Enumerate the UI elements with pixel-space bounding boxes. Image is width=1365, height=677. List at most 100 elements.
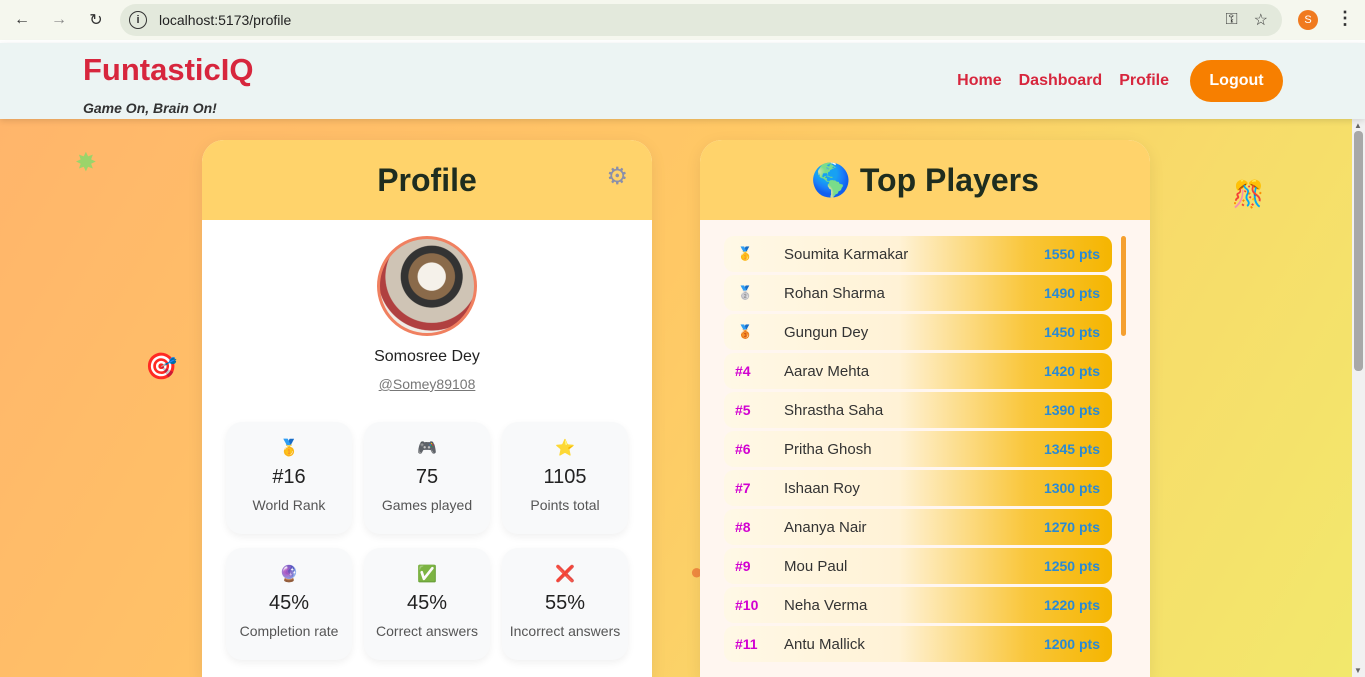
leaderboard-points: 1300 pts bbox=[1043, 480, 1100, 496]
leaderboard-row[interactable]: #4 Aarav Mehta 1420 pts bbox=[724, 353, 1112, 389]
stat-games-played: 🎮 75 Games played bbox=[364, 422, 490, 534]
leaderboard-points: 1390 pts bbox=[1043, 402, 1100, 418]
address-bar[interactable]: i localhost:5173/profile ⚿ ☆ bbox=[120, 4, 1282, 36]
nav-dashboard[interactable]: Dashboard bbox=[1019, 72, 1103, 90]
target-icon: 🎯 bbox=[145, 351, 178, 381]
browser-menu-icon[interactable]: ⋮ bbox=[1336, 8, 1354, 29]
page-scrollbar[interactable]: ▲ ▼ bbox=[1352, 119, 1365, 677]
stat-label: World Rank bbox=[252, 497, 326, 513]
leaderboard-row[interactable]: #9 Mou Paul 1250 pts bbox=[724, 548, 1112, 584]
leaderboard-row[interactable]: #5 Shrastha Saha 1390 pts bbox=[724, 392, 1112, 428]
leaderboard-rank: #8 bbox=[735, 519, 751, 535]
leaderboard-rank: #11 bbox=[735, 636, 758, 652]
leaderboard-rank: #5 bbox=[735, 402, 751, 418]
leaderboard-player-name: Pritha Ghosh bbox=[784, 441, 872, 458]
forward-icon[interactable]: → bbox=[47, 8, 71, 32]
leaderboard-row[interactable]: 🥈 Rohan Sharma 1490 pts bbox=[724, 275, 1112, 311]
confetti-icon: 🎊 bbox=[1232, 179, 1265, 209]
leaderboard-row[interactable]: #6 Pritha Ghosh 1345 pts bbox=[724, 431, 1112, 467]
gear-icon[interactable]: ⚙ bbox=[606, 162, 628, 191]
leaderboard-rank: #6 bbox=[735, 441, 751, 457]
leaderboard-row[interactable]: #8 Ananya Nair 1270 pts bbox=[724, 509, 1112, 545]
stat-value: 55% bbox=[544, 592, 586, 614]
leaderboard-body: 🥇 Soumita Karmakar 1550 pts 🥈 Rohan Sharma 14… bbox=[700, 220, 1150, 677]
leaderboard-header: 🌎 Top Players bbox=[700, 140, 1150, 220]
nav-home[interactable]: Home bbox=[957, 72, 1001, 90]
gamepad-icon: 🎮 bbox=[417, 440, 437, 457]
leaderboard-points: 1550 pts bbox=[1043, 246, 1100, 262]
stat-incorrect-answers: ❌ 55% Incorrect answers bbox=[502, 548, 628, 660]
tagline: Game On, Brain On! bbox=[83, 100, 217, 116]
leaderboard-player-name: Aarav Mehta bbox=[784, 363, 870, 380]
main-nav: Home Dashboard Profile Logout bbox=[957, 60, 1283, 102]
app-header: FuntasticIQ Game On, Brain On! Home Dash… bbox=[0, 43, 1365, 119]
crystal-ball-icon: 🔮 bbox=[279, 566, 299, 583]
password-key-icon[interactable]: ⚿ bbox=[1225, 11, 1237, 29]
stat-label: Completion rate bbox=[239, 623, 339, 639]
leaderboard-points: 1450 pts bbox=[1043, 324, 1100, 340]
puzzle-icon: ✸ bbox=[75, 147, 97, 177]
leaderboard-rank: #4 bbox=[735, 363, 751, 379]
cross-icon: ❌ bbox=[555, 566, 575, 583]
leaderboard-points: 1420 pts bbox=[1043, 363, 1100, 379]
leaderboard-points: 1220 pts bbox=[1043, 597, 1100, 613]
profile-handle[interactable]: @Somey89108 bbox=[202, 376, 652, 392]
nav-profile[interactable]: Profile bbox=[1119, 72, 1169, 90]
leaderboard-rank: #7 bbox=[735, 480, 751, 496]
scroll-thumb[interactable] bbox=[1354, 131, 1363, 371]
browser-profile-avatar[interactable]: S bbox=[1298, 10, 1318, 30]
leaderboard-points: 1490 pts bbox=[1043, 285, 1100, 301]
leaderboard-title-text: Top Players bbox=[859, 162, 1039, 198]
leaderboard-points: 1345 pts bbox=[1043, 441, 1100, 457]
stat-correct-answers: ✅ 45% Correct answers bbox=[364, 548, 490, 660]
star-icon: ⭐ bbox=[555, 440, 575, 457]
stats-grid: 🥇 #16 World Rank 🎮 75 Games played ⭐ 110… bbox=[226, 422, 630, 660]
avatar[interactable] bbox=[377, 236, 477, 336]
leaderboard-scrollbar[interactable] bbox=[1121, 236, 1126, 336]
scroll-up-icon[interactable]: ▲ bbox=[1354, 121, 1362, 130]
leaderboard-player-name: Rohan Sharma bbox=[784, 285, 885, 302]
bookmark-star-icon[interactable]: ☆ bbox=[1254, 10, 1268, 30]
leaderboard-player-name: Gungun Dey bbox=[784, 324, 869, 341]
url-text[interactable]: localhost:5173/profile bbox=[159, 12, 291, 28]
leaderboard-points: 1250 pts bbox=[1043, 558, 1100, 574]
medal-icon: 🥇 bbox=[279, 440, 299, 457]
leaderboard-player-name: Shrastha Saha bbox=[784, 402, 884, 419]
medal-icon: 🥇 bbox=[737, 246, 754, 261]
stat-label: Correct answers bbox=[376, 623, 478, 639]
stat-label: Points total bbox=[530, 497, 600, 513]
site-info-icon[interactable]: i bbox=[129, 11, 147, 29]
leaderboard-player-name: Ishaan Roy bbox=[784, 480, 860, 497]
leaderboard-points: 1200 pts bbox=[1043, 636, 1100, 652]
leaderboard-list[interactable]: 🥇 Soumita Karmakar 1550 pts 🥈 Rohan Sharma 14… bbox=[724, 236, 1112, 665]
leaderboard-row[interactable]: 🥇 Soumita Karmakar 1550 pts bbox=[724, 236, 1112, 272]
leaderboard-player-name: Mou Paul bbox=[784, 558, 848, 575]
stat-label: Incorrect answers bbox=[509, 623, 621, 639]
logo[interactable]: FuntasticIQ bbox=[83, 52, 254, 88]
logout-button[interactable]: Logout bbox=[1190, 60, 1283, 102]
leaderboard-points: 1270 pts bbox=[1043, 519, 1100, 535]
leaderboard-row[interactable]: 🥉 Gungun Dey 1450 pts bbox=[724, 314, 1112, 350]
leaderboard-row[interactable]: #7 Ishaan Roy 1300 pts bbox=[724, 470, 1112, 506]
medal-icon: 🥈 bbox=[737, 285, 754, 300]
stat-completion-rate: 🔮 45% Completion rate bbox=[226, 548, 352, 660]
stat-value: #16 bbox=[272, 466, 306, 488]
stat-value: 45% bbox=[268, 592, 310, 614]
leaderboard-player-name: Ananya Nair bbox=[784, 519, 867, 536]
back-icon[interactable]: ← bbox=[10, 8, 34, 32]
scroll-down-icon[interactable]: ▼ bbox=[1354, 666, 1362, 675]
leaderboard-card: 🌎 Top Players 🥇 Soumita Karmakar 1550 pts 🥈… bbox=[700, 140, 1150, 677]
stat-label: Games played bbox=[381, 497, 473, 513]
profile-card-header: Profile ⚙ bbox=[202, 140, 652, 220]
stat-value: 75 bbox=[415, 466, 439, 488]
leaderboard-row[interactable]: #10 Neha Verma 1220 pts bbox=[724, 587, 1112, 623]
globe-icon: 🌎 bbox=[811, 162, 851, 198]
stat-value: 45% bbox=[406, 592, 448, 614]
leaderboard-row[interactable]: #11 Antu Mallick 1200 pts bbox=[724, 626, 1112, 662]
profile-name: Somosree Dey bbox=[374, 348, 480, 365]
stat-value: 1105 bbox=[543, 466, 587, 488]
leaderboard-player-name: Soumita Karmakar bbox=[784, 246, 909, 263]
browser-toolbar: ← → ↻ i localhost:5173/profile ⚿ ☆ S ⋮ bbox=[0, 0, 1365, 40]
leaderboard-title: 🌎 Top Players bbox=[811, 161, 1039, 199]
reload-icon[interactable]: ↻ bbox=[84, 8, 108, 32]
